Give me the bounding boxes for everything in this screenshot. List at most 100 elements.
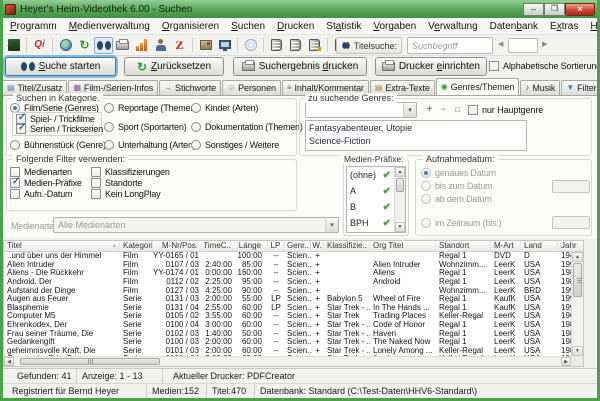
column-header-standort[interactable]: Standort [436,241,491,251]
column-header-timec[interactable]: TimeC.. [205,241,238,251]
radio-buehnenstueck[interactable]: Bühnenstück (Genre) [10,140,106,150]
column-header-w[interactable]: W. [311,241,324,251]
menu-item-datenbank[interactable]: Datenbank [484,19,544,34]
table-row[interactable]: ..und über uns der HimmelFilmYY-0165 / 0… [4,252,571,261]
scroll-left-icon[interactable]: ◀ [4,357,14,366]
table-row[interactable]: Android, DerFilm0112 / 022:25:0095:00--S… [4,278,571,287]
column-header-m-art[interactable]: M-Art [491,241,521,251]
column-header-jahr[interactable]: Jahr [558,241,583,251]
table-row[interactable]: BlasphemieSerie0131 / 042:55:0060:00LPSc… [4,304,571,313]
menu-item-verwaltung[interactable]: Verwaltung [422,19,484,34]
prefix-item[interactable]: B✔ [347,199,394,215]
menu-item-vorgaben[interactable]: Vorgaben [367,19,422,34]
selected-genres-list[interactable]: Fantasyabenteuer, UtopieScience-Fiction [305,120,527,151]
clear-genres-button[interactable]: □ [451,103,464,116]
menu-item-extras[interactable]: Extras [544,19,584,34]
genre-combobox[interactable] [305,102,417,118]
horizontal-scrollbar[interactable]: ◀ ▶ [4,356,571,366]
defaults-icon[interactable]: Z [170,37,189,54]
qi-icon[interactable]: Qi [30,37,49,54]
menu-item-medienverwaltung[interactable]: Medienverwaltung [63,19,156,34]
cd-icon[interactable] [241,37,260,54]
tab-stichworte[interactable]: →Stichworte [159,80,221,95]
column-header-lp[interactable]: LP [268,241,284,251]
column-header-m-nr-pos[interactable]: M-Nr/Pos. [153,241,205,251]
vertical-scrollbar[interactable]: ▲ ▼ [571,252,583,356]
scrollbar-thumb[interactable] [396,178,404,192]
table-row[interactable]: Augen aus FeuerSerie0131 / 032:00:0055:0… [4,295,571,304]
scroll-down-icon[interactable]: ▼ [572,346,583,356]
title-bar[interactable]: Heyer's Heim-Videothek 6.00 - Suchen [0,0,600,18]
nur-hauptgenre-checkbox[interactable]: nur Hauptgenre [468,105,543,115]
checkbox-aufn-datum[interactable]: Aufn.-Datum [10,189,72,199]
nav-counter-field[interactable] [508,38,538,53]
prefix-item[interactable]: (ohne)✔ [347,167,394,183]
checkbox-serien[interactable]: Serien / Trickserien [16,124,103,134]
close-button[interactable] [565,3,595,16]
table-row[interactable]: Aufstand der DingeFilm0127 / 034:25:0090… [4,286,571,295]
scrollbar-thumb[interactable] [573,263,582,297]
maximize-button[interactable] [544,3,565,16]
prefix-item[interactable]: BPH✔ [347,215,394,231]
table-row[interactable]: Aliens - Die RückkehrFilmYY-0174 / 010:0… [4,269,571,278]
alphabetical-sort-checkbox[interactable]: Alphabetische Sortierung [489,61,600,71]
column-header-org-titel[interactable]: Org Titel [370,241,436,251]
selected-genre-item[interactable]: Science-Fiction [306,135,526,148]
checkbox-standorte[interactable]: Standorte [91,178,142,188]
tab-genres-themen[interactable]: ◉Genres/Themen [436,78,520,95]
scroll-right-icon[interactable]: ▶ [561,357,571,366]
menu-item-hilfe[interactable]: Hilfe [584,19,600,34]
search-input[interactable] [407,37,493,54]
column-header-genr[interactable]: Genr.. [284,241,311,251]
scrollbar-thumb[interactable] [20,358,160,365]
nav-previous-icon[interactable]: ◀ [498,40,503,48]
table-row[interactable]: GedankengiftSerie0100 / 032:00:0060:00--… [4,338,571,347]
table-row[interactable]: Computer M5Serie0105 / 023:55:0060:00--S… [4,312,571,321]
selected-genre-item[interactable]: Fantasyabenteuer, Utopie [306,122,526,135]
refresh-icon[interactable]: ↻ [75,37,94,54]
reset-button[interactable]: ↻Zurücksetzen [124,57,224,76]
column-header-kategorie[interactable]: Kategorie [120,241,153,251]
printer-setup-button[interactable]: Drucker einrichten [375,57,487,76]
web-icon[interactable] [56,37,75,54]
statistics-icon[interactable] [132,37,151,54]
checkbox-spielfilme[interactable]: Spiel- / Trickfilme [16,114,95,124]
table-row[interactable]: Alien IntruderFilm0107 / 032:40:0085:00-… [4,261,571,270]
film-icon[interactable] [196,37,215,54]
prefix-item[interactable]: A✔ [347,183,394,199]
print-icon[interactable] [113,37,132,54]
column-header-land[interactable]: Land [521,241,558,251]
minimize-button[interactable] [523,3,544,16]
scroll-up-icon[interactable]: ▲ [572,252,583,262]
radio-kinder[interactable]: Kinder (Arten) [191,103,258,113]
table-row[interactable]: Ehrenkodex, DerSerie0100 / 043:00:0060:0… [4,321,571,330]
monitor-icon[interactable] [215,37,234,54]
database-restore-icon[interactable] [286,37,305,54]
radio-unterhaltung[interactable]: Unterhaltung (Arten) [104,140,196,150]
radio-sonstiges[interactable]: Sonstiges / Weitere [191,140,279,150]
tab-personen[interactable]: ☺Personen [222,80,281,95]
scroll-down-icon[interactable]: ▼ [395,222,405,232]
column-header-titel[interactable]: Titel▲ [4,241,120,251]
column-header-klassifizie[interactable]: Klassifizie.. [324,241,370,251]
menu-item-drucken[interactable]: Drucken [271,19,320,34]
checkbox-klassifizierungen[interactable]: Klassifizierungen [91,167,170,177]
tab-filter[interactable]: ▼Filter [561,80,600,95]
remove-genre-button[interactable]: - [437,103,450,116]
radio-reportage[interactable]: Reportage (Themen) [104,103,198,113]
search-icon[interactable] [94,37,113,54]
checkbox-kein-longplay[interactable]: Kein LongPlay [91,189,160,199]
menu-item-programm[interactable]: Programm [4,19,63,34]
table-row[interactable]: Frau seiner Träume, DieSerie0102 / 031:4… [4,329,571,338]
start-search-button[interactable]: Suche starten [5,57,116,76]
praefixe-list[interactable]: (ohne)✔A✔B✔BPH✔ ▲ ▼ [346,166,406,233]
checkbox-medien-praefixe[interactable]: Medien-Präfixe [10,178,82,188]
database-save-icon[interactable] [267,37,286,54]
exit-icon[interactable] [4,37,23,54]
table-row[interactable]: geheimnisvolle Kraft, DieSerie0101 / 032… [4,347,571,356]
menu-item-organisieren[interactable]: Organisieren [156,19,225,34]
vertical-scrollbar[interactable]: ▲ ▼ [394,167,405,232]
add-genre-button[interactable]: + [423,103,436,116]
title-search-button[interactable]: Titelsuche: [336,37,402,54]
column-header-l-nge[interactable]: Länge [238,241,268,251]
